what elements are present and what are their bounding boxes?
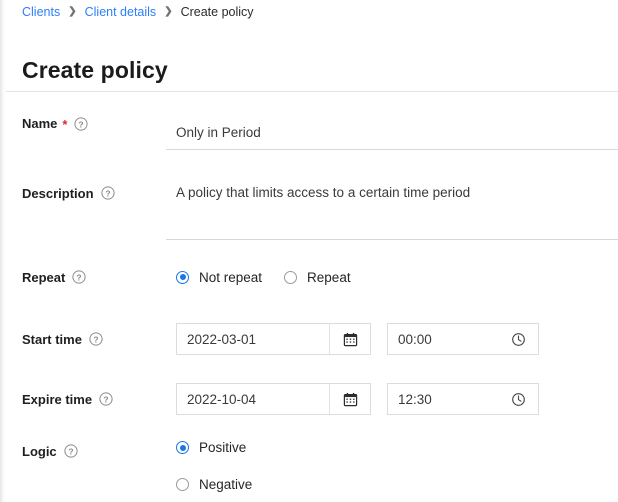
svg-text:?: ?	[68, 446, 73, 456]
breadcrumb-item-create-policy: Create policy	[181, 4, 254, 20]
question-circle-icon[interactable]: ?	[101, 186, 115, 200]
svg-text:?: ?	[77, 272, 82, 282]
breadcrumb-item-client-details[interactable]: Client details	[85, 4, 157, 20]
question-circle-icon[interactable]: ?	[89, 332, 103, 346]
name-input[interactable]	[166, 116, 618, 150]
breadcrumb-item-clients[interactable]: Clients	[22, 4, 60, 20]
control-expire-time	[166, 383, 618, 415]
radio-mark-not-repeat[interactable]	[176, 271, 189, 284]
start-time-fields	[166, 323, 618, 355]
svg-text:?: ?	[79, 119, 84, 129]
svg-text:?: ?	[93, 334, 98, 344]
label-repeat-text: Repeat	[22, 270, 65, 285]
expire-time-fields	[166, 383, 618, 415]
question-circle-icon[interactable]: ?	[72, 270, 86, 284]
radio-option-not-repeat[interactable]: Not repeat	[176, 270, 262, 285]
question-circle-icon[interactable]: ?	[99, 392, 113, 406]
svg-text:?: ?	[105, 188, 110, 198]
start-date-input[interactable]	[177, 324, 329, 354]
radio-mark-positive[interactable]	[176, 441, 189, 454]
label-expire-time: Expire time ?	[0, 383, 166, 415]
required-marker: *	[62, 118, 67, 131]
radio-label-negative: Negative	[199, 477, 252, 492]
panel-left-edge	[0, 0, 6, 502]
control-repeat: Not repeat Repeat	[166, 266, 618, 288]
form-row-start-time: Start time ?	[0, 323, 618, 355]
label-start-time-text: Start time	[22, 332, 82, 347]
label-logic-text: Logic	[22, 444, 57, 459]
calendar-icon[interactable]	[329, 324, 370, 354]
logic-radio-group: Positive Negative	[166, 440, 618, 492]
label-logic: Logic ?	[0, 440, 166, 462]
start-time-input[interactable]	[388, 324, 498, 354]
breadcrumb-separator-icon: ❯	[164, 4, 172, 20]
expire-date-field[interactable]	[176, 383, 371, 415]
expire-date-input[interactable]	[177, 384, 329, 414]
radio-label-positive: Positive	[199, 440, 246, 455]
svg-text:?: ?	[103, 394, 108, 404]
page-title: Create policy	[22, 55, 168, 85]
description-textarea[interactable]	[166, 176, 618, 240]
control-start-time	[166, 323, 618, 355]
radio-option-positive[interactable]: Positive	[176, 440, 618, 455]
clock-icon[interactable]	[498, 384, 538, 414]
label-start-time: Start time ?	[0, 323, 166, 355]
start-time-field[interactable]	[387, 323, 539, 355]
question-circle-icon[interactable]: ?	[74, 117, 88, 131]
label-name-text: Name	[22, 116, 57, 131]
radio-option-negative[interactable]: Negative	[176, 477, 618, 492]
form-row-description: Description ?	[0, 176, 618, 240]
breadcrumb-separator-icon: ❯	[68, 4, 76, 20]
expire-time-input[interactable]	[388, 384, 498, 414]
label-repeat: Repeat ?	[0, 266, 166, 288]
label-expire-time-text: Expire time	[22, 392, 92, 407]
breadcrumb: Clients ❯ Client details ❯ Create policy	[22, 4, 254, 20]
control-logic: Positive Negative	[166, 440, 618, 492]
radio-label-repeat: Repeat	[307, 270, 351, 285]
question-circle-icon[interactable]: ?	[64, 444, 78, 458]
expire-time-field[interactable]	[387, 383, 539, 415]
header-divider	[6, 91, 618, 92]
form-row-repeat: Repeat ? Not repeat Repeat	[0, 266, 618, 288]
start-date-field[interactable]	[176, 323, 371, 355]
control-description	[166, 176, 618, 240]
form-row-expire-time: Expire time ?	[0, 383, 618, 415]
label-description: Description ?	[0, 176, 166, 210]
radio-mark-repeat[interactable]	[284, 271, 297, 284]
radio-mark-negative[interactable]	[176, 478, 189, 491]
form-row-name: Name * ?	[0, 116, 618, 150]
label-name: Name * ?	[0, 116, 166, 131]
control-name	[166, 116, 618, 150]
label-description-text: Description	[22, 186, 94, 201]
radio-label-not-repeat: Not repeat	[199, 270, 262, 285]
form-row-logic: Logic ? Positive Negative	[0, 440, 618, 492]
clock-icon[interactable]	[498, 324, 538, 354]
repeat-radio-group: Not repeat Repeat	[166, 266, 618, 288]
radio-option-repeat[interactable]: Repeat	[284, 270, 351, 285]
calendar-icon[interactable]	[329, 384, 370, 414]
create-policy-page: Clients ❯ Client details ❯ Create policy…	[0, 0, 618, 502]
